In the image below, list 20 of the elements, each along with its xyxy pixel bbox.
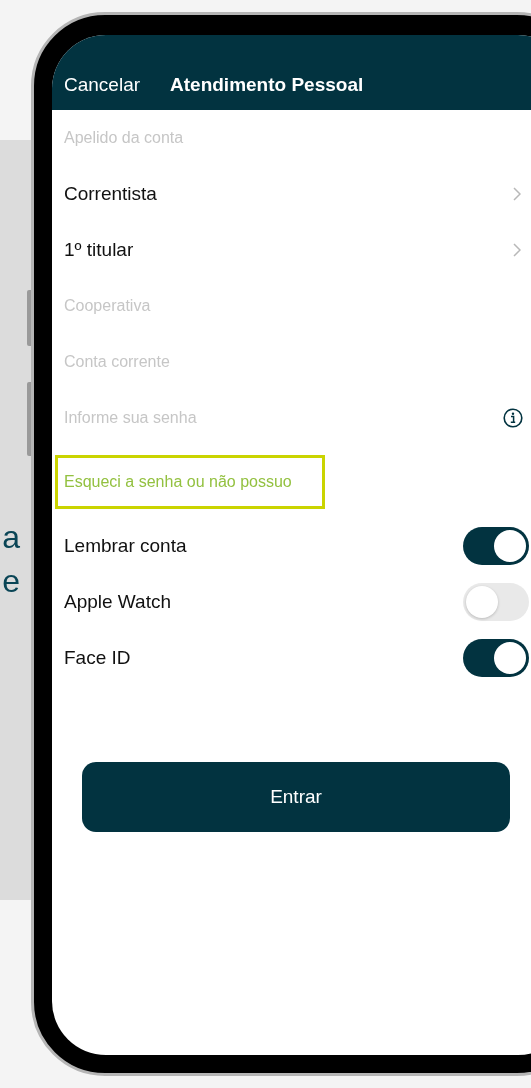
panel-text: e: [1, 562, 20, 601]
toggle-switch[interactable]: [463, 527, 529, 565]
cancel-button[interactable]: Cancelar: [64, 74, 141, 96]
chevron-right-icon: [513, 187, 521, 201]
picker-value[interactable]: Correntista: [64, 183, 157, 205]
toggle-label: Apple Watch: [64, 591, 171, 613]
input-field[interactable]: Informe sua senha: [64, 409, 364, 427]
input-field[interactable]: Cooperativa: [64, 297, 364, 315]
enter-button[interactable]: Entrar: [82, 762, 510, 832]
toggle-switch[interactable]: [463, 639, 529, 677]
input-field[interactable]: Conta corrente: [64, 353, 364, 371]
screen-title: Atendimento Pessoal: [170, 74, 364, 96]
input-field[interactable]: Apelido da conta: [64, 129, 364, 147]
info-icon[interactable]: [503, 408, 523, 428]
picker-value[interactable]: 1º titular: [64, 239, 134, 261]
toggle-switch[interactable]: [463, 583, 529, 621]
toggle-label: Lembrar conta: [64, 535, 187, 557]
panel-text: a: [1, 518, 20, 557]
toggle-label: Face ID: [64, 647, 131, 669]
chevron-right-icon: [513, 243, 521, 257]
